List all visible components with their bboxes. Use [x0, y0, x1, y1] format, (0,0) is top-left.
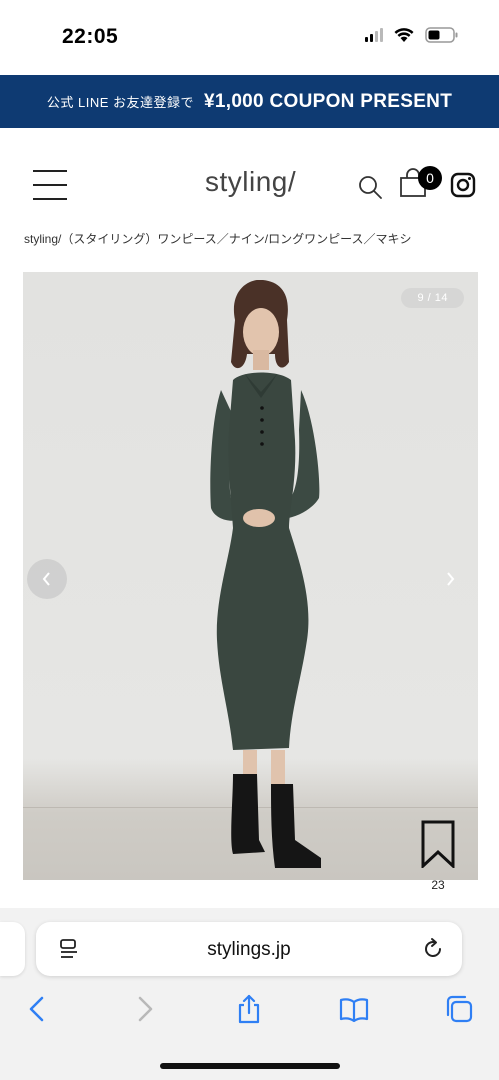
gallery-prev-button[interactable] — [27, 559, 67, 599]
battery-icon — [425, 27, 458, 43]
hamburger-menu-icon[interactable] — [33, 170, 67, 200]
gallery-next-button[interactable] — [430, 559, 470, 599]
instagram-icon[interactable] — [450, 172, 476, 198]
reload-icon[interactable] — [422, 937, 446, 961]
product-photo — [210, 280, 321, 868]
browser-bottom-bar: stylings.jp — [0, 908, 499, 1080]
site-header: styling/ 0 — [0, 128, 499, 228]
banner-main-text: ¥1,000 COUPON PRESENT — [204, 90, 453, 112]
back-icon[interactable] — [22, 994, 52, 1024]
home-indicator — [160, 1063, 340, 1069]
status-time: 22:05 — [62, 25, 119, 48]
chevron-left-icon — [42, 572, 50, 586]
share-icon[interactable] — [234, 994, 264, 1024]
image-counter: 9 / 14 — [401, 288, 464, 308]
tabs-icon[interactable] — [444, 994, 474, 1024]
address-bar[interactable]: stylings.jp — [36, 922, 462, 976]
wifi-icon — [394, 28, 414, 42]
banner-prefix: 公式 LINE お友達登録で — [46, 95, 194, 110]
coupon-banner[interactable]: 公式 LINE お友達登録で ¥1,000 COUPON PRESENT — [0, 75, 499, 128]
status-icons — [365, 27, 459, 43]
breadcrumb[interactable]: styling/（スタイリング）ワンピース／ナイン/ロングワンピース／マキシ — [24, 230, 484, 246]
cellular-signal-icon — [365, 28, 383, 42]
search-icon[interactable] — [357, 174, 383, 200]
previous-tab-preview[interactable] — [0, 922, 25, 976]
site-logo[interactable]: styling/ — [205, 166, 296, 198]
favorite-count: 23 — [431, 878, 445, 892]
bookmarks-icon[interactable] — [339, 994, 369, 1024]
url-text[interactable]: stylings.jp — [36, 939, 462, 961]
status-bar: 22:05 — [0, 0, 499, 75]
product-image-gallery[interactable]: 9 / 14 — [23, 272, 478, 880]
page: 22:05 公式 LINE お友達登録で ¥1,000 COUPON PRESE… — [0, 0, 499, 1080]
cart-count-badge[interactable]: 0 — [418, 166, 442, 190]
chevron-right-icon — [447, 572, 455, 586]
bookmark-icon[interactable] — [420, 820, 456, 868]
forward-icon[interactable] — [130, 994, 160, 1024]
